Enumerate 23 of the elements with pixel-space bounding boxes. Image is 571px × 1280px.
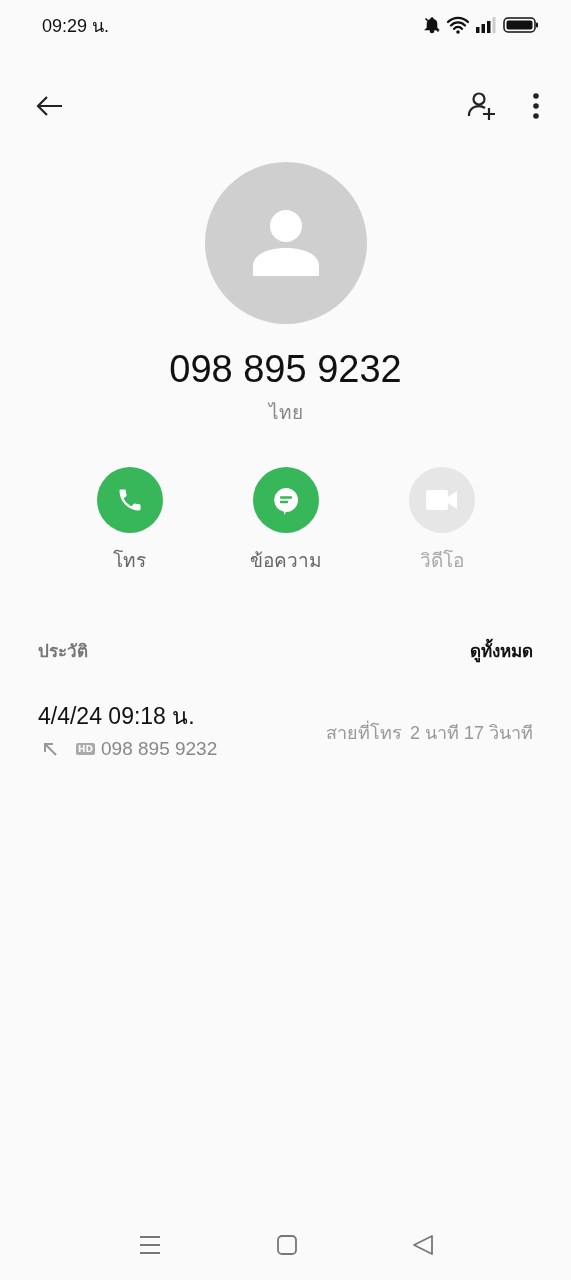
status-time: 09:29 น. [42,14,110,38]
battery-icon [503,16,539,34]
more-options-icon [531,91,541,121]
outgoing-arrow-icon [42,741,58,757]
muted-bell-icon [423,16,441,34]
call-type: สายที่โทร [325,719,402,745]
call-button[interactable]: โทร [79,467,180,575]
call-duration: 2 นาที 17 วินาที [409,721,533,745]
back-icon[interactable] [412,1235,433,1255]
history-title: ประวัติ [38,640,88,663]
person-icon [250,208,321,278]
home-icon[interactable] [276,1235,297,1255]
call-datetime: 4/4/24 09:18 น. [38,702,196,731]
menu-icon[interactable] [138,1235,161,1255]
call-number: 098 895 9232 [101,738,218,760]
phone-number: 098 895 9232 [169,348,402,391]
hd-badge: HD [76,743,95,755]
see-all-link[interactable]: ดูทั้งหมด [470,637,533,664]
signal-icon [475,16,497,34]
wifi-icon [447,16,469,34]
country-label: ไทย [268,400,303,425]
message-button[interactable]: ข้อความ [235,467,336,575]
video-camera-icon [424,488,459,512]
